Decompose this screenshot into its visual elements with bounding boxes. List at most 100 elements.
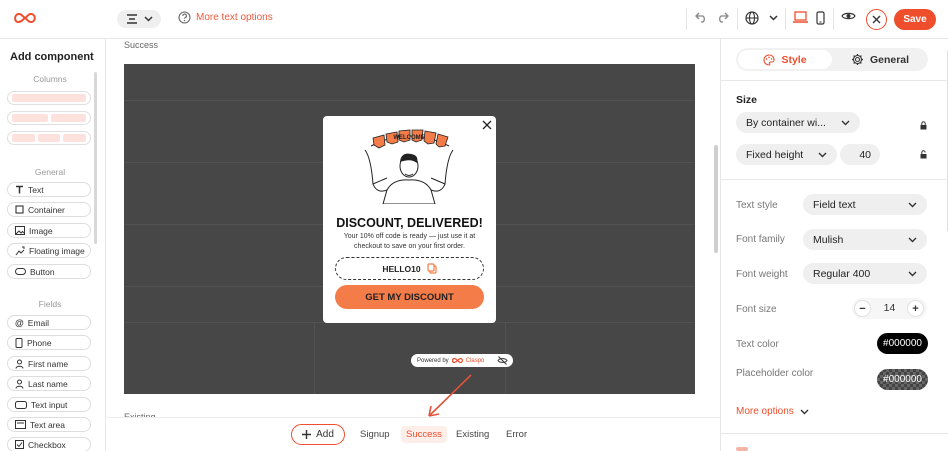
tab-signup[interactable]: Signup: [360, 429, 390, 440]
placeholder-color-label: Placeholder color: [736, 368, 814, 379]
tab-success[interactable]: Success: [401, 426, 447, 443]
undo-icon[interactable]: [695, 11, 708, 23]
gear-icon: [851, 54, 863, 65]
left-panel-scrollbar[interactable]: [94, 72, 97, 244]
canvas-state-label: Success: [124, 40, 159, 50]
font-size-label: Font size: [736, 304, 777, 315]
chevron-down-icon: [818, 152, 827, 157]
component-image[interactable]: Image: [7, 223, 91, 238]
columns-section-label: Columns: [33, 74, 67, 84]
language-dropdown[interactable]: [745, 11, 778, 25]
height-mode-dropdown[interactable]: Fixed height: [736, 144, 837, 165]
properties-panel: Style General Size By container wi... Fi…: [720, 39, 948, 451]
popup-body-text: Your 10% off code is ready — just use it…: [343, 233, 476, 250]
field-phone[interactable]: Phone: [7, 335, 91, 350]
user-icon: [15, 379, 24, 389]
welcome-illustration: WELCOME: [364, 129, 454, 204]
unlock-icon[interactable]: [920, 150, 928, 159]
tab-error[interactable]: Error: [506, 429, 527, 440]
add-component-panel: Add component Columns General Text Conta…: [0, 39, 106, 451]
welcome-banner-text: WELCOME: [393, 135, 424, 141]
component-text[interactable]: Text: [7, 182, 91, 197]
popup-close-icon[interactable]: [482, 120, 492, 133]
field-text-input[interactable]: Text input: [7, 397, 91, 412]
discount-code: HELLO10: [382, 263, 421, 274]
align-center-icon: [126, 14, 137, 24]
canvas-scrollbar[interactable]: [714, 145, 718, 253]
floating-image-icon: [15, 246, 25, 255]
font-weight-label: Font weight: [736, 269, 788, 280]
success-popup[interactable]: WELCOME DISCOUNT, DELIVERED! Your 10% of…: [323, 116, 496, 323]
image-icon: [15, 226, 25, 235]
height-value-input[interactable]: 40: [840, 144, 880, 165]
claspo-logo-icon[interactable]: [14, 11, 36, 28]
powered-by-badge[interactable]: Powered by Claspo: [411, 354, 513, 367]
eye-off-icon[interactable]: [497, 356, 508, 365]
width-mode-dropdown[interactable]: By container wi...: [736, 112, 860, 133]
get-discount-button[interactable]: GET MY DISCOUNT: [335, 285, 484, 309]
tab-existing[interactable]: Existing: [456, 429, 489, 440]
text-style-label: Text style: [736, 200, 778, 211]
redo-icon[interactable]: [716, 11, 729, 23]
lock-icon[interactable]: [920, 121, 927, 130]
text-align-dropdown[interactable]: [117, 10, 161, 28]
button-icon: [15, 268, 26, 275]
mobile-view-icon[interactable]: [816, 11, 825, 25]
state-tabs-bar: Add Signup Success Existing Error: [107, 417, 720, 451]
text-color-label: Text color: [736, 339, 779, 350]
component-floating-image[interactable]: Floating image: [7, 243, 91, 258]
component-container[interactable]: Container: [7, 202, 91, 217]
tab-style[interactable]: Style: [738, 50, 832, 69]
desktop-view-icon[interactable]: [793, 11, 808, 23]
font-weight-dropdown[interactable]: Regular 400: [803, 263, 927, 284]
increase-font-size-button[interactable]: +: [907, 300, 924, 317]
more-options-toggle[interactable]: More options: [736, 406, 809, 417]
text-area-icon: [15, 420, 26, 429]
help-circle-icon: [178, 11, 191, 24]
column-layout-1[interactable]: [7, 91, 91, 105]
next-section-icon: [736, 447, 748, 451]
chevron-down-icon: [769, 15, 778, 21]
close-icon: [872, 15, 881, 24]
chevron-down-icon: [908, 237, 917, 242]
font-family-label: Font family: [736, 234, 785, 245]
chevron-down-icon: [908, 202, 917, 207]
chevron-down-icon: [841, 120, 850, 125]
field-text-area[interactable]: Text area: [7, 417, 91, 432]
column-layout-3[interactable]: [7, 131, 91, 145]
top-toolbar: More text options Save: [0, 0, 948, 39]
component-button[interactable]: Button: [7, 264, 91, 279]
page-preview-backdrop: WELCOME DISCOUNT, DELIVERED! Your 10% of…: [124, 64, 695, 394]
add-component-title: Add component: [10, 51, 94, 63]
chevron-down-icon: [800, 409, 809, 414]
more-text-options-link[interactable]: More text options: [178, 11, 273, 24]
text-input-icon: [15, 400, 27, 409]
close-editor-button[interactable]: [866, 9, 887, 30]
field-last-name[interactable]: Last name: [7, 376, 91, 391]
globe-icon: [745, 11, 759, 25]
text-color-swatch[interactable]: #000000: [877, 333, 928, 354]
font-family-dropdown[interactable]: Mulish: [803, 229, 927, 250]
phone-icon: [15, 337, 23, 348]
save-button[interactable]: Save: [894, 9, 936, 30]
tab-general[interactable]: General: [834, 50, 926, 69]
column-layout-2[interactable]: [7, 111, 91, 125]
at-sign-icon: @: [15, 317, 24, 328]
copy-icon[interactable]: [427, 263, 437, 274]
font-size-stepper: − 14 +: [852, 298, 927, 319]
general-section-label: General: [34, 167, 66, 177]
field-first-name[interactable]: First name: [7, 356, 91, 371]
field-email[interactable]: @ Email: [7, 315, 91, 330]
placeholder-color-swatch[interactable]: #000000: [877, 369, 928, 390]
field-checkbox[interactable]: Checkbox: [7, 437, 91, 451]
text-style-dropdown[interactable]: Field text: [803, 194, 927, 215]
preview-eye-icon[interactable]: [841, 11, 856, 21]
text-t-icon: [16, 185, 23, 194]
claspo-logo-icon: [451, 357, 463, 364]
discount-code-box[interactable]: HELLO10: [335, 257, 484, 280]
chevron-down-icon: [908, 271, 917, 276]
add-state-button[interactable]: Add: [291, 424, 345, 445]
style-general-switch: Style General: [736, 48, 928, 71]
checkbox-icon: [15, 440, 24, 449]
fields-section-label: Fields: [38, 299, 62, 309]
